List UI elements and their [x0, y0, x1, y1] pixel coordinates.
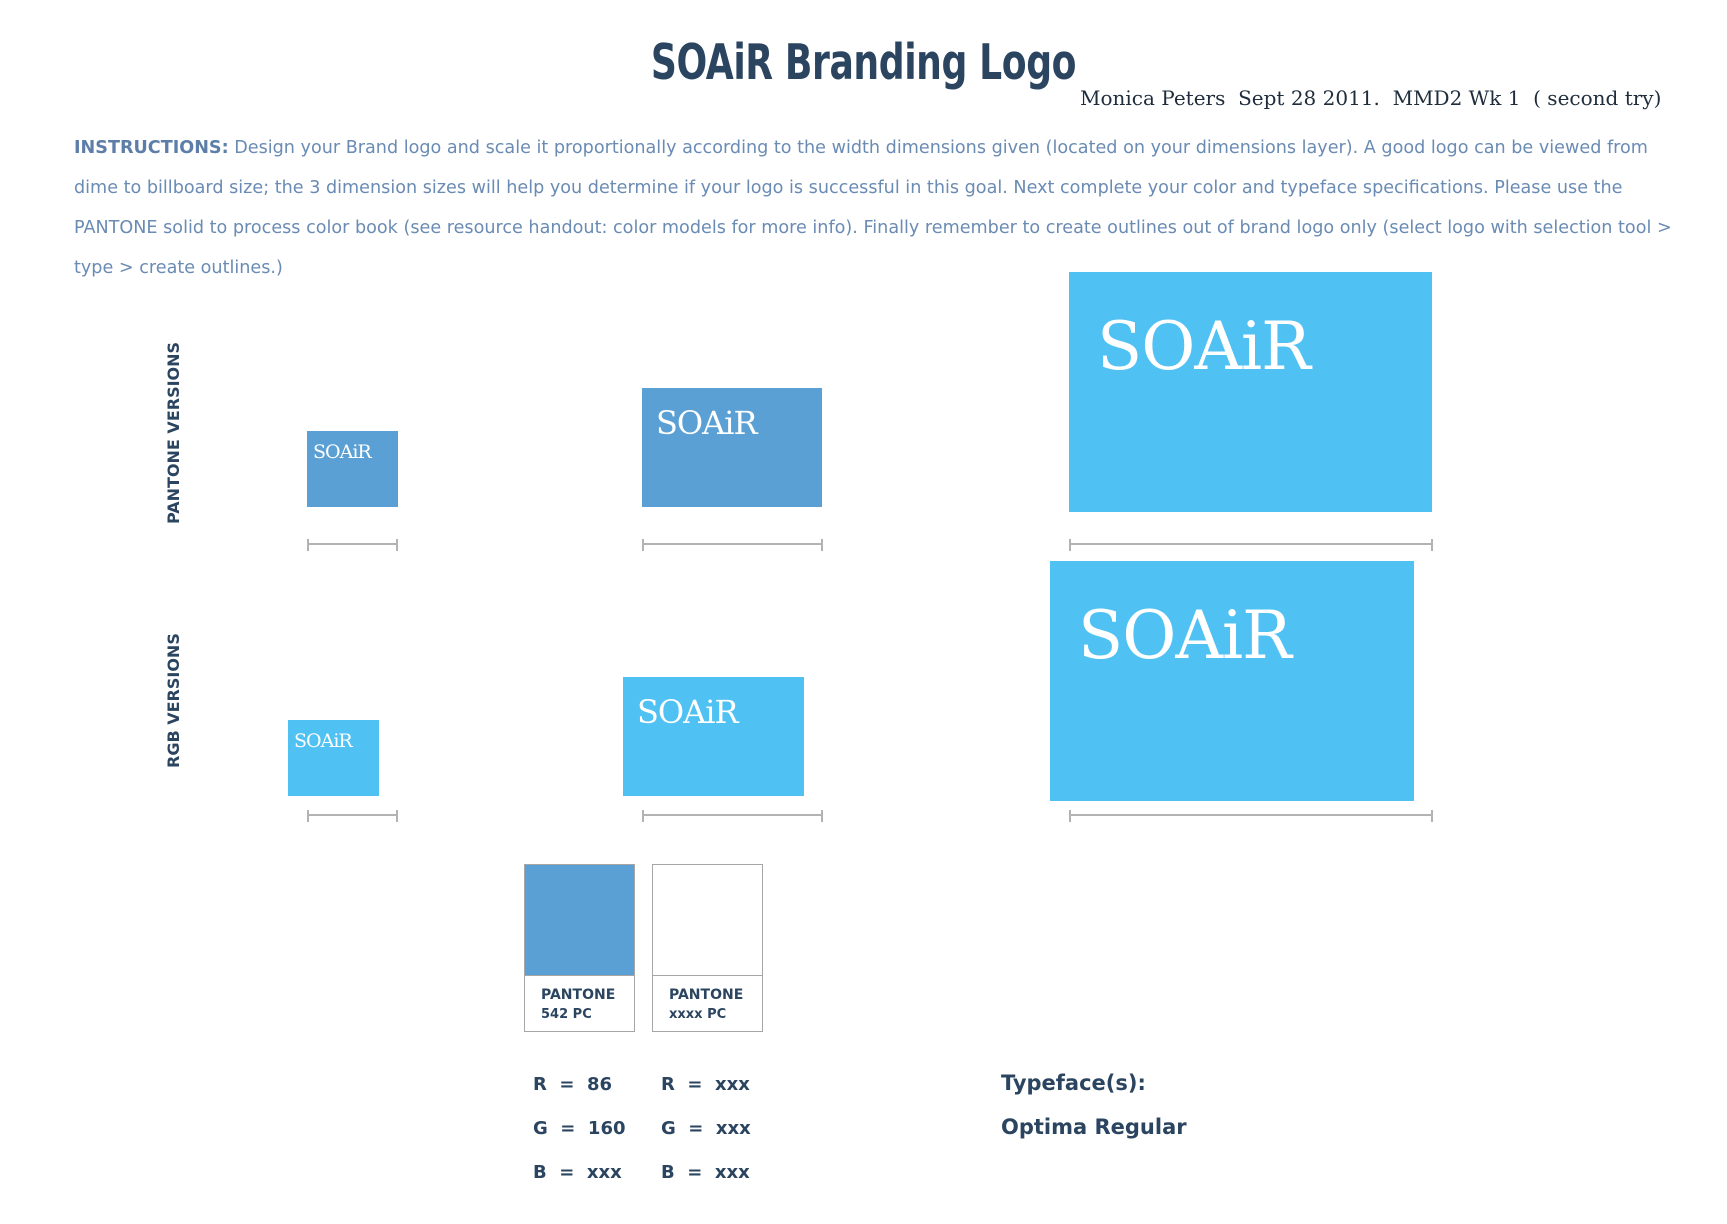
swatch-label-line1: PANTONE	[541, 987, 616, 1003]
swatch-card-pantone-542: PANTONE 542 PC	[524, 864, 635, 1032]
rgb-value-b-1: B = xxx	[533, 1162, 622, 1183]
logo-wordmark: SOAiR	[313, 441, 372, 463]
dimension-line-large	[1069, 539, 1433, 555]
dimension-line-medium	[642, 539, 823, 555]
dimension-line-large	[1069, 810, 1433, 826]
swatch-card-pantone-xxxx: PANTONE xxxx PC	[652, 864, 763, 1032]
pantone-logo-large: SOAiR	[1069, 272, 1432, 512]
logo-wordmark: SOAiR	[294, 730, 353, 752]
dimension-line-medium	[642, 810, 823, 826]
rgb-value-g-2: G = xxx	[661, 1118, 751, 1139]
swatch-label: PANTONE 542 PC	[525, 976, 634, 1025]
swatch-label-line2: 542 PC	[541, 1007, 592, 1022]
logo-wordmark: SOAiR	[1097, 308, 1311, 385]
logo-wordmark: SOAiR	[1078, 597, 1292, 674]
rgb-value-b-2: B = xxx	[661, 1162, 750, 1183]
swatch-label-line2: xxxx PC	[669, 1007, 727, 1022]
author-line: Monica Peters Sept 28 2011. MMD2 Wk 1 ( …	[1080, 86, 1662, 110]
instructions-body: Design your Brand logo and scale it prop…	[74, 138, 1672, 278]
rgb-versions-label: RGB VERSIONS	[164, 633, 183, 768]
rgb-value-r-1: R = 86	[533, 1074, 613, 1095]
swatch-color	[653, 865, 762, 976]
rgb-value-r-2: R = xxx	[661, 1074, 750, 1095]
typeface-heading: Typeface(s):	[1001, 1071, 1146, 1095]
dimension-line-small	[307, 810, 398, 826]
typeface-name: Optima Regular	[1001, 1115, 1187, 1139]
rgb-logo-medium: SOAiR	[623, 677, 804, 796]
pantone-logo-small: SOAiR	[307, 431, 398, 507]
logo-wordmark: SOAiR	[656, 404, 758, 442]
swatch-color	[525, 865, 634, 976]
page-title: SOAiR Branding Logo	[650, 34, 1077, 91]
pantone-logo-medium: SOAiR	[642, 388, 822, 507]
logo-wordmark: SOAiR	[637, 693, 739, 731]
pantone-versions-label: PANTONE VERSIONS	[164, 341, 183, 524]
dimension-line-small	[307, 539, 398, 555]
rgb-logo-large: SOAiR	[1050, 561, 1414, 801]
instructions-text: INSTRUCTIONS: Design your Brand logo and…	[74, 128, 1674, 288]
swatch-label-line1: PANTONE	[669, 987, 744, 1003]
rgb-value-g-1: G = 160	[533, 1118, 626, 1139]
swatch-label: PANTONE xxxx PC	[653, 976, 762, 1025]
instructions-lead: INSTRUCTIONS:	[74, 138, 229, 158]
rgb-logo-small: SOAiR	[288, 720, 379, 796]
